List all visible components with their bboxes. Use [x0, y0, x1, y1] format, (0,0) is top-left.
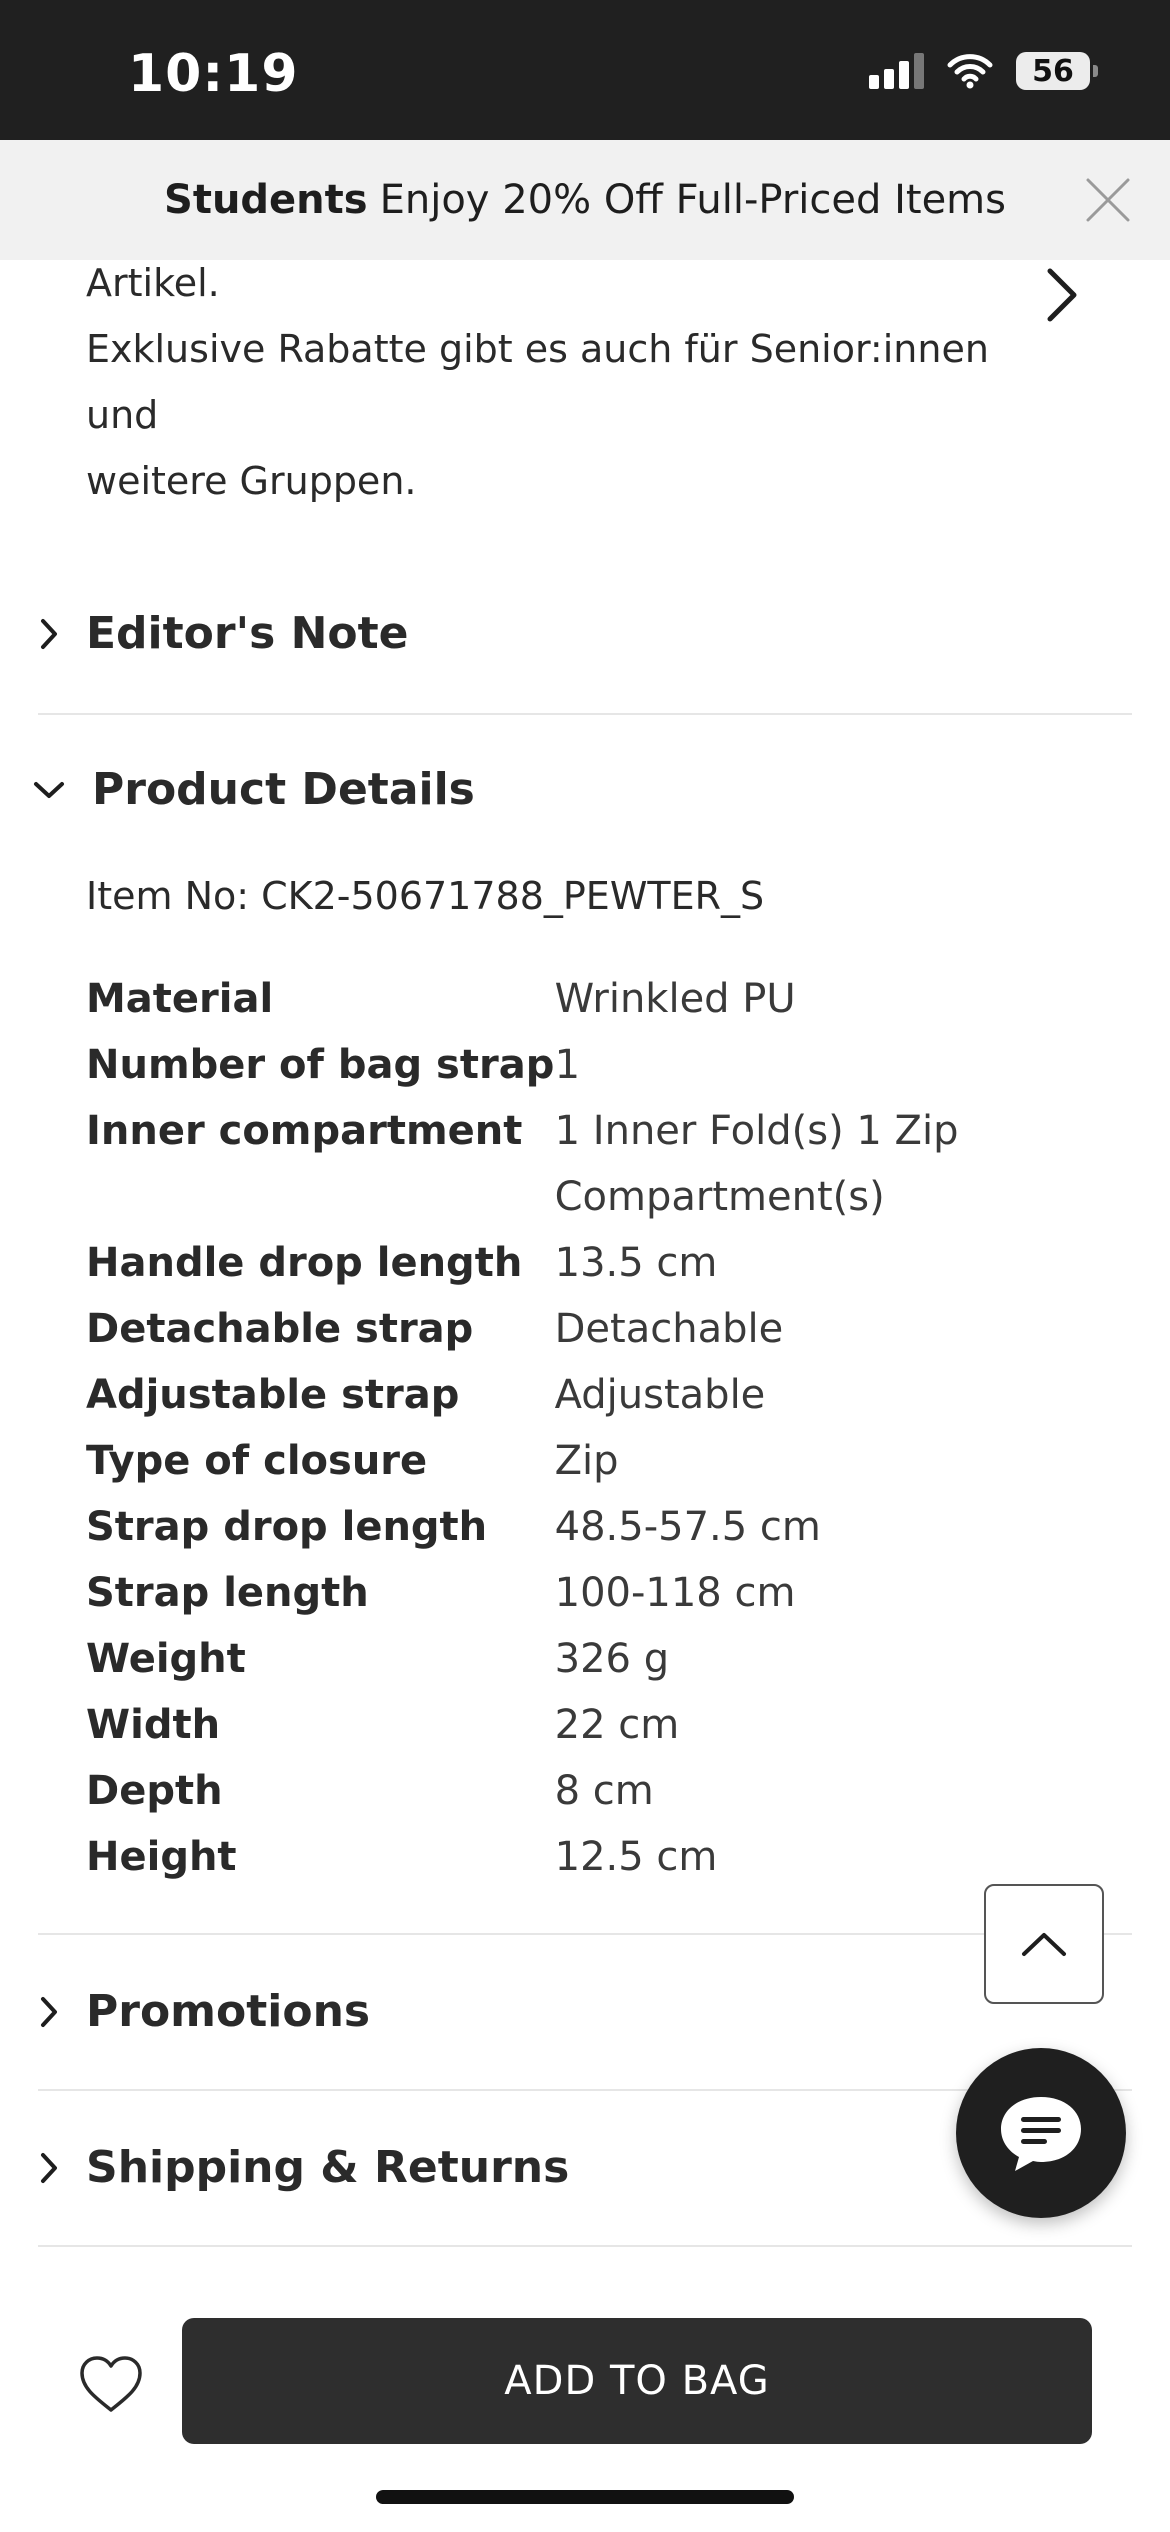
detail-label: Detachable strap [86, 1306, 474, 1352]
accordion-title: Product Details [92, 764, 475, 815]
detail-value: 326 g [554, 1636, 670, 1682]
detail-label: Adjustable strap [86, 1372, 460, 1418]
accordion-promotions[interactable]: Promotions [38, 1986, 370, 2037]
divider [38, 713, 1132, 715]
accordion-title: Editor's Note [86, 608, 409, 659]
promo-banner-text: Enjoy 20% Off Full-Priced Items [379, 177, 1006, 223]
chevron-right-icon [41, 618, 57, 649]
detail-row: Height 12.5 cm [86, 1824, 986, 1890]
detail-label: Number of bag strap [86, 1042, 555, 1088]
detail-row: Handle drop length 13.5 cm [86, 1230, 986, 1296]
home-indicator [376, 2490, 794, 2504]
detail-value: 100-118 cm [554, 1570, 796, 1616]
accordion-editors-note[interactable]: Editor's Note [38, 608, 409, 659]
detail-label: Inner compartment [86, 1108, 523, 1154]
discount-line: Artikel. [86, 261, 220, 305]
accordion-product-details[interactable]: Product Details [32, 764, 475, 815]
detail-label: Material [86, 976, 274, 1022]
detail-row: Number of bag strap 1 [86, 1032, 986, 1098]
detail-row: Type of closure Zip [86, 1428, 986, 1494]
accordion-shipping-returns[interactable]: Shipping & Returns [38, 2142, 569, 2193]
add-to-bag-button[interactable]: ADD TO BAG [182, 2318, 1092, 2444]
detail-row: Depth 8 cm [86, 1758, 986, 1824]
detail-label: Strap length [86, 1570, 369, 1616]
detail-row: Width 22 cm [86, 1692, 986, 1758]
promo-banner-bold: Students [164, 177, 368, 223]
detail-row: Detachable strap Detachable [86, 1296, 986, 1362]
scroll-to-top-button[interactable] [984, 1884, 1104, 2004]
chevron-right-icon [41, 2152, 57, 2183]
detail-value: Zip [554, 1438, 619, 1484]
detail-label: Handle drop length [86, 1240, 523, 1286]
detail-label: Weight [86, 1636, 246, 1682]
discount-line: Exklusive Rabatte gibt es auch für Senio… [86, 327, 989, 437]
divider [38, 2245, 1132, 2247]
wifi-icon [947, 54, 993, 89]
detail-row: Strap length 100-118 cm [86, 1560, 986, 1626]
discount-info[interactable]: Artikel. Exklusive Rabatte gibt es auch … [86, 250, 1026, 514]
close-icon[interactable] [1082, 174, 1134, 226]
detail-row: Weight 326 g [86, 1626, 986, 1692]
detail-value: Wrinkled PU [554, 976, 796, 1022]
detail-value: 12.5 cm [554, 1834, 718, 1880]
battery-icon: 56 [1016, 52, 1098, 90]
detail-row: Inner compartment 1 Inner Fold(s) 1 Zip … [86, 1098, 986, 1230]
status-time: 10:19 [128, 44, 299, 104]
detail-value: 1 Inner Fold(s) 1 Zip Compartment(s) [554, 1108, 959, 1220]
accordion-title: Promotions [86, 1986, 371, 2037]
accordion-title: Shipping & Returns [86, 2142, 570, 2193]
discount-line: weitere Gruppen. [86, 459, 417, 503]
detail-label: Strap drop length [86, 1504, 488, 1550]
heart-icon[interactable] [76, 2352, 146, 2416]
detail-label: Type of closure [86, 1438, 428, 1484]
product-page: 10:19 56 Students Enjoy 20% Off Full-Pri… [0, 0, 1170, 2532]
status-bar: 10:19 56 [0, 0, 1170, 140]
detail-value: 13.5 cm [554, 1240, 718, 1286]
detail-value: 22 cm [554, 1702, 680, 1748]
chevron-up-icon [1022, 1933, 1066, 1956]
detail-value: 48.5-57.5 cm [554, 1504, 821, 1550]
detail-row: Adjustable strap Adjustable [86, 1362, 986, 1428]
chevron-down-icon [34, 781, 64, 798]
status-icons: 56 [869, 52, 1098, 90]
detail-value: Detachable [554, 1306, 784, 1352]
signal-icon [869, 53, 924, 89]
detail-row: Strap drop length 48.5-57.5 cm [86, 1494, 986, 1560]
chevron-right-icon[interactable] [1040, 265, 1084, 325]
battery-level: 56 [1032, 53, 1074, 89]
chat-button[interactable] [956, 2048, 1126, 2218]
divider [38, 1933, 1132, 1935]
detail-value: 1 [554, 1042, 581, 1088]
detail-value: Adjustable [554, 1372, 766, 1418]
chevron-right-icon [41, 1996, 57, 2027]
item-number: Item No: CK2-50671788_PEWTER_S [86, 874, 765, 918]
detail-label: Width [86, 1702, 221, 1748]
promo-banner[interactable]: Students Enjoy 20% Off Full-Priced Items [0, 140, 1170, 260]
detail-value: 8 cm [554, 1768, 654, 1814]
product-details-table: Material Wrinkled PU Number of bag strap… [86, 966, 986, 1890]
detail-row: Material Wrinkled PU [86, 966, 986, 1032]
chat-icon [1001, 2097, 1081, 2171]
detail-label: Height [86, 1834, 237, 1880]
detail-label: Depth [86, 1768, 223, 1814]
